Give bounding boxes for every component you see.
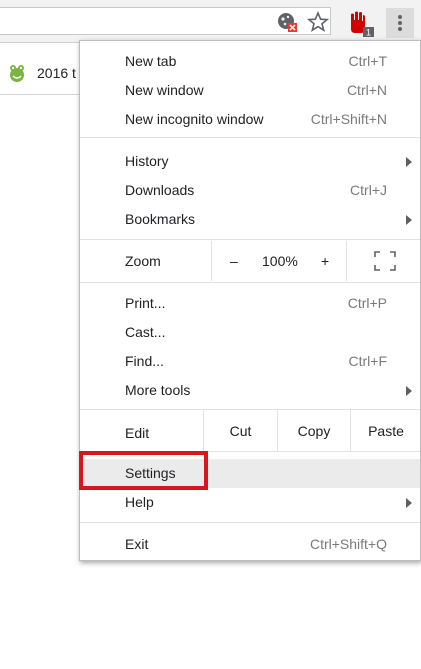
menu-item-cast[interactable]: Cast... bbox=[80, 318, 420, 347]
submenu-arrow-icon bbox=[406, 386, 412, 396]
zoom-row: Zoom – 100% + bbox=[80, 241, 420, 281]
menu-item-new-incognito-window[interactable]: New incognito window Ctrl+Shift+N bbox=[80, 105, 420, 134]
menu-label: History bbox=[125, 153, 169, 169]
menu-item-bookmarks[interactable]: Bookmarks bbox=[80, 205, 420, 234]
fullscreen-icon bbox=[374, 251, 396, 271]
menu-label: Cast... bbox=[125, 324, 166, 340]
submenu-arrow-icon bbox=[406, 498, 412, 508]
menu-separator bbox=[80, 137, 420, 138]
paste-label: Paste bbox=[368, 423, 404, 439]
menu-label: New tab bbox=[125, 53, 177, 69]
menu-label: New incognito window bbox=[125, 111, 264, 127]
menu-label: Help bbox=[125, 494, 154, 510]
zoom-in-button[interactable]: + bbox=[321, 253, 329, 269]
menu-item-exit[interactable]: Exit Ctrl+Shift+Q bbox=[80, 530, 420, 559]
menu-item-downloads[interactable]: Downloads Ctrl+J bbox=[80, 176, 420, 205]
browser-toolbar: 1 bbox=[0, 0, 421, 43]
menu-shortcut: Ctrl+T bbox=[348, 53, 388, 69]
zoom-level: 100% bbox=[262, 253, 298, 269]
menu-separator bbox=[80, 522, 420, 523]
menu-separator bbox=[80, 239, 420, 240]
menu-item-more-tools[interactable]: More tools bbox=[80, 376, 420, 405]
menu-shortcut: Ctrl+J bbox=[350, 182, 387, 198]
edit-row: Edit Cut Copy Paste bbox=[80, 410, 420, 451]
menu-shortcut: Ctrl+P bbox=[347, 295, 387, 311]
copy-label: Copy bbox=[297, 423, 331, 439]
menu-label: Find... bbox=[125, 353, 164, 369]
menu-label: Exit bbox=[125, 536, 149, 552]
menu-item-find[interactable]: Find... Ctrl+F bbox=[80, 347, 420, 376]
menu-dots-icon[interactable] bbox=[386, 8, 414, 38]
adblock-badge: 1 bbox=[366, 28, 371, 38]
menu-label: Downloads bbox=[125, 182, 195, 198]
cut-button[interactable]: Cut bbox=[203, 410, 277, 451]
copy-button[interactable]: Copy bbox=[277, 410, 350, 451]
menu-shortcut: Ctrl+F bbox=[348, 353, 388, 369]
menu-shortcut: Ctrl+Shift+Q bbox=[309, 536, 387, 552]
menu-label: More tools bbox=[125, 382, 191, 398]
bookmark-label: 2016 t bbox=[37, 65, 76, 81]
menu-item-new-tab[interactable]: New tab Ctrl+T bbox=[80, 47, 420, 76]
menu-separator bbox=[80, 282, 420, 283]
edit-label: Edit bbox=[125, 425, 150, 441]
menu-shortcut: Ctrl+N bbox=[346, 82, 387, 98]
submenu-arrow-icon bbox=[406, 157, 412, 167]
menu-item-help[interactable]: Help bbox=[80, 488, 420, 517]
submenu-arrow-icon bbox=[406, 215, 412, 225]
zoom-controls: – 100% + bbox=[211, 241, 347, 281]
paste-button[interactable]: Paste bbox=[350, 410, 421, 451]
bookmark-item[interactable]: 2016 t bbox=[0, 53, 90, 95]
star-icon[interactable] bbox=[306, 10, 330, 33]
zoom-out-button[interactable]: – bbox=[230, 253, 238, 269]
menu-item-print[interactable]: Print... Ctrl+P bbox=[80, 289, 420, 318]
zoom-label: Zoom bbox=[125, 253, 161, 269]
menu-shortcut: Ctrl+Shift+N bbox=[310, 111, 387, 127]
settings-highlight-box bbox=[79, 451, 208, 490]
menu-item-new-window[interactable]: New window Ctrl+N bbox=[80, 76, 420, 105]
menu-label: New window bbox=[125, 82, 204, 98]
menu-label: Bookmarks bbox=[125, 211, 196, 227]
menu-label: Print... bbox=[125, 295, 166, 311]
adblock-icon[interactable]: 1 bbox=[348, 10, 376, 38]
cut-label: Cut bbox=[229, 423, 252, 439]
frog-favicon-icon bbox=[8, 63, 26, 83]
menu-item-history[interactable]: History bbox=[80, 147, 420, 176]
fullscreen-button[interactable] bbox=[346, 241, 421, 281]
cookie-blocked-icon[interactable] bbox=[276, 11, 298, 33]
